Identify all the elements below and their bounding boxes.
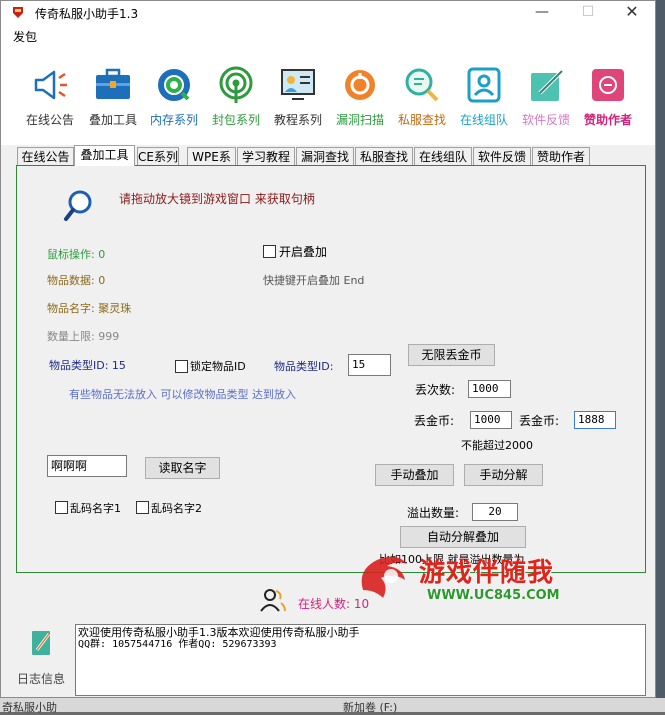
toolbar-label: 软件反馈 — [521, 113, 570, 127]
read-name-button[interactable]: 读取名字 — [145, 457, 220, 479]
toolbar-tutorial-button[interactable]: 教程系列 — [265, 65, 331, 128]
toolbar-memory-button[interactable]: 内存系列 — [141, 65, 207, 128]
item-type-id-input[interactable]: 15 — [348, 354, 391, 376]
megaphone-icon — [34, 70, 67, 100]
toolbar-label: 私服查找 — [397, 113, 446, 127]
auto-split-stack-button[interactable]: 自动分解叠加 — [400, 526, 526, 548]
toolbar-sponsor-button[interactable]: 赞助作者 — [575, 65, 641, 128]
item-type-id-label: 物品类型ID: — [274, 360, 334, 373]
item-type-id-readout: 物品类型ID: 15 — [49, 359, 126, 372]
magnifier-drag-icon[interactable] — [63, 188, 95, 222]
memory-icon — [158, 69, 190, 101]
desktop-taskbar-strip: 奇私服小助 新加卷 (F:) — [0, 698, 665, 714]
manual-stack-button[interactable]: 手动叠加 — [375, 464, 454, 486]
toolbar-vuln-scan-button[interactable]: 漏洞扫描 — [327, 65, 393, 128]
menu-bar: 发包 — [1, 25, 655, 45]
toolbar-packet-button[interactable]: 封包系列 — [203, 65, 269, 128]
tab-stack-tool[interactable]: 叠加工具 — [74, 145, 135, 166]
menu-packet[interactable]: 发包 — [13, 28, 37, 45]
log-line: QQ群: 1057544716 作者QQ: 529673393 — [78, 639, 277, 650]
cannot-place-hint: 有些物品无法放入 可以修改物品类型 达到放入 — [69, 388, 296, 401]
log-line: 欢迎使用传奇私服小助手1.3版本欢迎使用传奇私服小助手 — [78, 626, 360, 639]
log-textarea[interactable]: 欢迎使用传奇私服小助手1.3版本欢迎使用传奇私服小助手 QQ群: 1057544… — [75, 624, 646, 696]
log-pencil-icon — [32, 631, 51, 655]
team-icon — [467, 67, 501, 103]
drag-hint-text: 请拖动放大镜到游戏窗口 来获取句柄 — [119, 192, 315, 206]
toolbar-feedback-button[interactable]: 软件反馈 — [513, 65, 579, 128]
find-icon — [405, 68, 439, 102]
tab-sponsor[interactable]: 赞助作者 — [532, 147, 590, 165]
overflow-qty-label: 溢出数量: — [407, 506, 460, 520]
toolbar-label: 漏洞扫描 — [335, 113, 384, 127]
close-button[interactable]: ✕ — [609, 1, 655, 25]
drop-times-label: 丢次数: — [415, 383, 456, 397]
tab-feedback[interactable]: 软件反馈 — [473, 147, 531, 165]
tab-vuln-find[interactable]: 漏洞查找 — [296, 147, 354, 165]
stack-tool-panel: 请拖动放大镜到游戏窗口 来获取句柄 鼠标操作: 0 物品数据: 0 物品名字: … — [16, 165, 646, 573]
lock-item-checkbox[interactable] — [175, 360, 188, 373]
desktop-item-label: 奇私服小助 — [2, 701, 57, 714]
watermark-url: WWW.UC845.COM — [427, 588, 560, 603]
tab-ce[interactable]: CE系列 — [137, 147, 179, 165]
drop-times-input[interactable]: 1000 — [468, 380, 511, 398]
tab-online-notice[interactable]: 在线公告 — [17, 147, 74, 165]
scan-icon — [345, 70, 375, 100]
window-title: 传奇私服小助手1.3 — [35, 7, 139, 21]
log-label: 日志信息 — [17, 672, 66, 686]
hotkey-hint-text: 快捷键开启叠加 End — [263, 274, 365, 287]
lock-item-label: 锁定物品ID — [190, 360, 246, 373]
tutorial-icon — [281, 69, 315, 100]
toolbar-label: 在线组队 — [459, 113, 508, 127]
limit-note-text: 不能超过2000 — [461, 439, 533, 452]
app-window: 传奇私服小助手1.3 — ☐ ✕ 发包 在线公告 叠加工具 内存系列 封包系列 … — [0, 0, 656, 698]
signal-icon — [219, 66, 253, 103]
drop-gold2-input[interactable]: 1888 — [574, 411, 616, 429]
title-bar[interactable]: 传奇私服小助手1.3 — ☐ ✕ — [1, 1, 655, 25]
manual-split-button[interactable]: 手动分解 — [464, 464, 543, 486]
toolbar-server-find-button[interactable]: 私服查找 — [389, 65, 455, 128]
desktop-drive-label: 新加卷 (F:) — [343, 701, 398, 714]
minimize-button[interactable]: — — [519, 1, 565, 25]
infinite-drop-gold-button[interactable]: 无限丢金币 — [408, 344, 495, 366]
enable-stack-label: 开启叠加 — [279, 245, 328, 259]
drop-gold-label: 丢金币: — [414, 414, 455, 428]
item-name-text: 物品名字: 聚灵珠 — [47, 302, 132, 315]
toolbar-stack-tool-button[interactable]: 叠加工具 — [80, 65, 146, 128]
toolbar-label: 叠加工具 — [88, 113, 137, 127]
garble-name1-checkbox[interactable] — [55, 501, 68, 514]
item-name-input[interactable]: 啊啊啊 — [47, 455, 127, 477]
overflow-qty-input[interactable]: 20 — [472, 503, 518, 521]
sponsor-icon — [592, 69, 624, 101]
maximize-button[interactable]: ☐ — [565, 1, 611, 25]
mouse-op-text: 鼠标操作: 0 — [47, 248, 106, 261]
overflow-note-text: 比如100上限 就是溢出数量为 — [379, 553, 525, 566]
tab-team[interactable]: 在线组队 — [414, 147, 472, 165]
tab-server-find[interactable]: 私服查找 — [355, 147, 413, 165]
feedback-icon — [531, 69, 564, 101]
toolbar-label: 封包系列 — [211, 113, 260, 127]
toolbar-label: 在线公告 — [25, 113, 74, 127]
qty-limit-text: 数量上限: 999 — [47, 330, 120, 343]
toolbar-label: 赞助作者 — [583, 113, 632, 127]
garble-name1-label: 乱码名字1 — [70, 502, 121, 515]
toolbar-label: 内存系列 — [149, 113, 198, 127]
garble-name2-label: 乱码名字2 — [151, 502, 202, 515]
toolbar: 在线公告 叠加工具 内存系列 封包系列 教程系列 漏洞扫描 私服查找 在线组队 … — [1, 45, 655, 145]
toolbar-online-notice-button[interactable]: 在线公告 — [17, 65, 83, 128]
toolbar-label: 教程系列 — [273, 113, 322, 127]
garble-name2-checkbox[interactable] — [136, 501, 149, 514]
tab-wpe[interactable]: WPE系列 — [187, 147, 236, 182]
item-data-text: 物品数据: 0 — [47, 274, 106, 287]
toolbox-icon — [96, 68, 130, 99]
tab-learning[interactable]: 学习教程 — [237, 147, 295, 165]
desktop-background-right — [655, 0, 665, 712]
app-logo-icon — [13, 7, 23, 18]
users-icon — [260, 589, 286, 612]
enable-stack-checkbox[interactable] — [263, 245, 276, 258]
drop-gold2-label: 丢金币: — [519, 414, 560, 428]
drop-gold-input[interactable]: 1000 — [470, 411, 512, 429]
online-count-text: 在线人数: 10 — [298, 597, 370, 611]
toolbar-team-button[interactable]: 在线组队 — [451, 65, 517, 128]
